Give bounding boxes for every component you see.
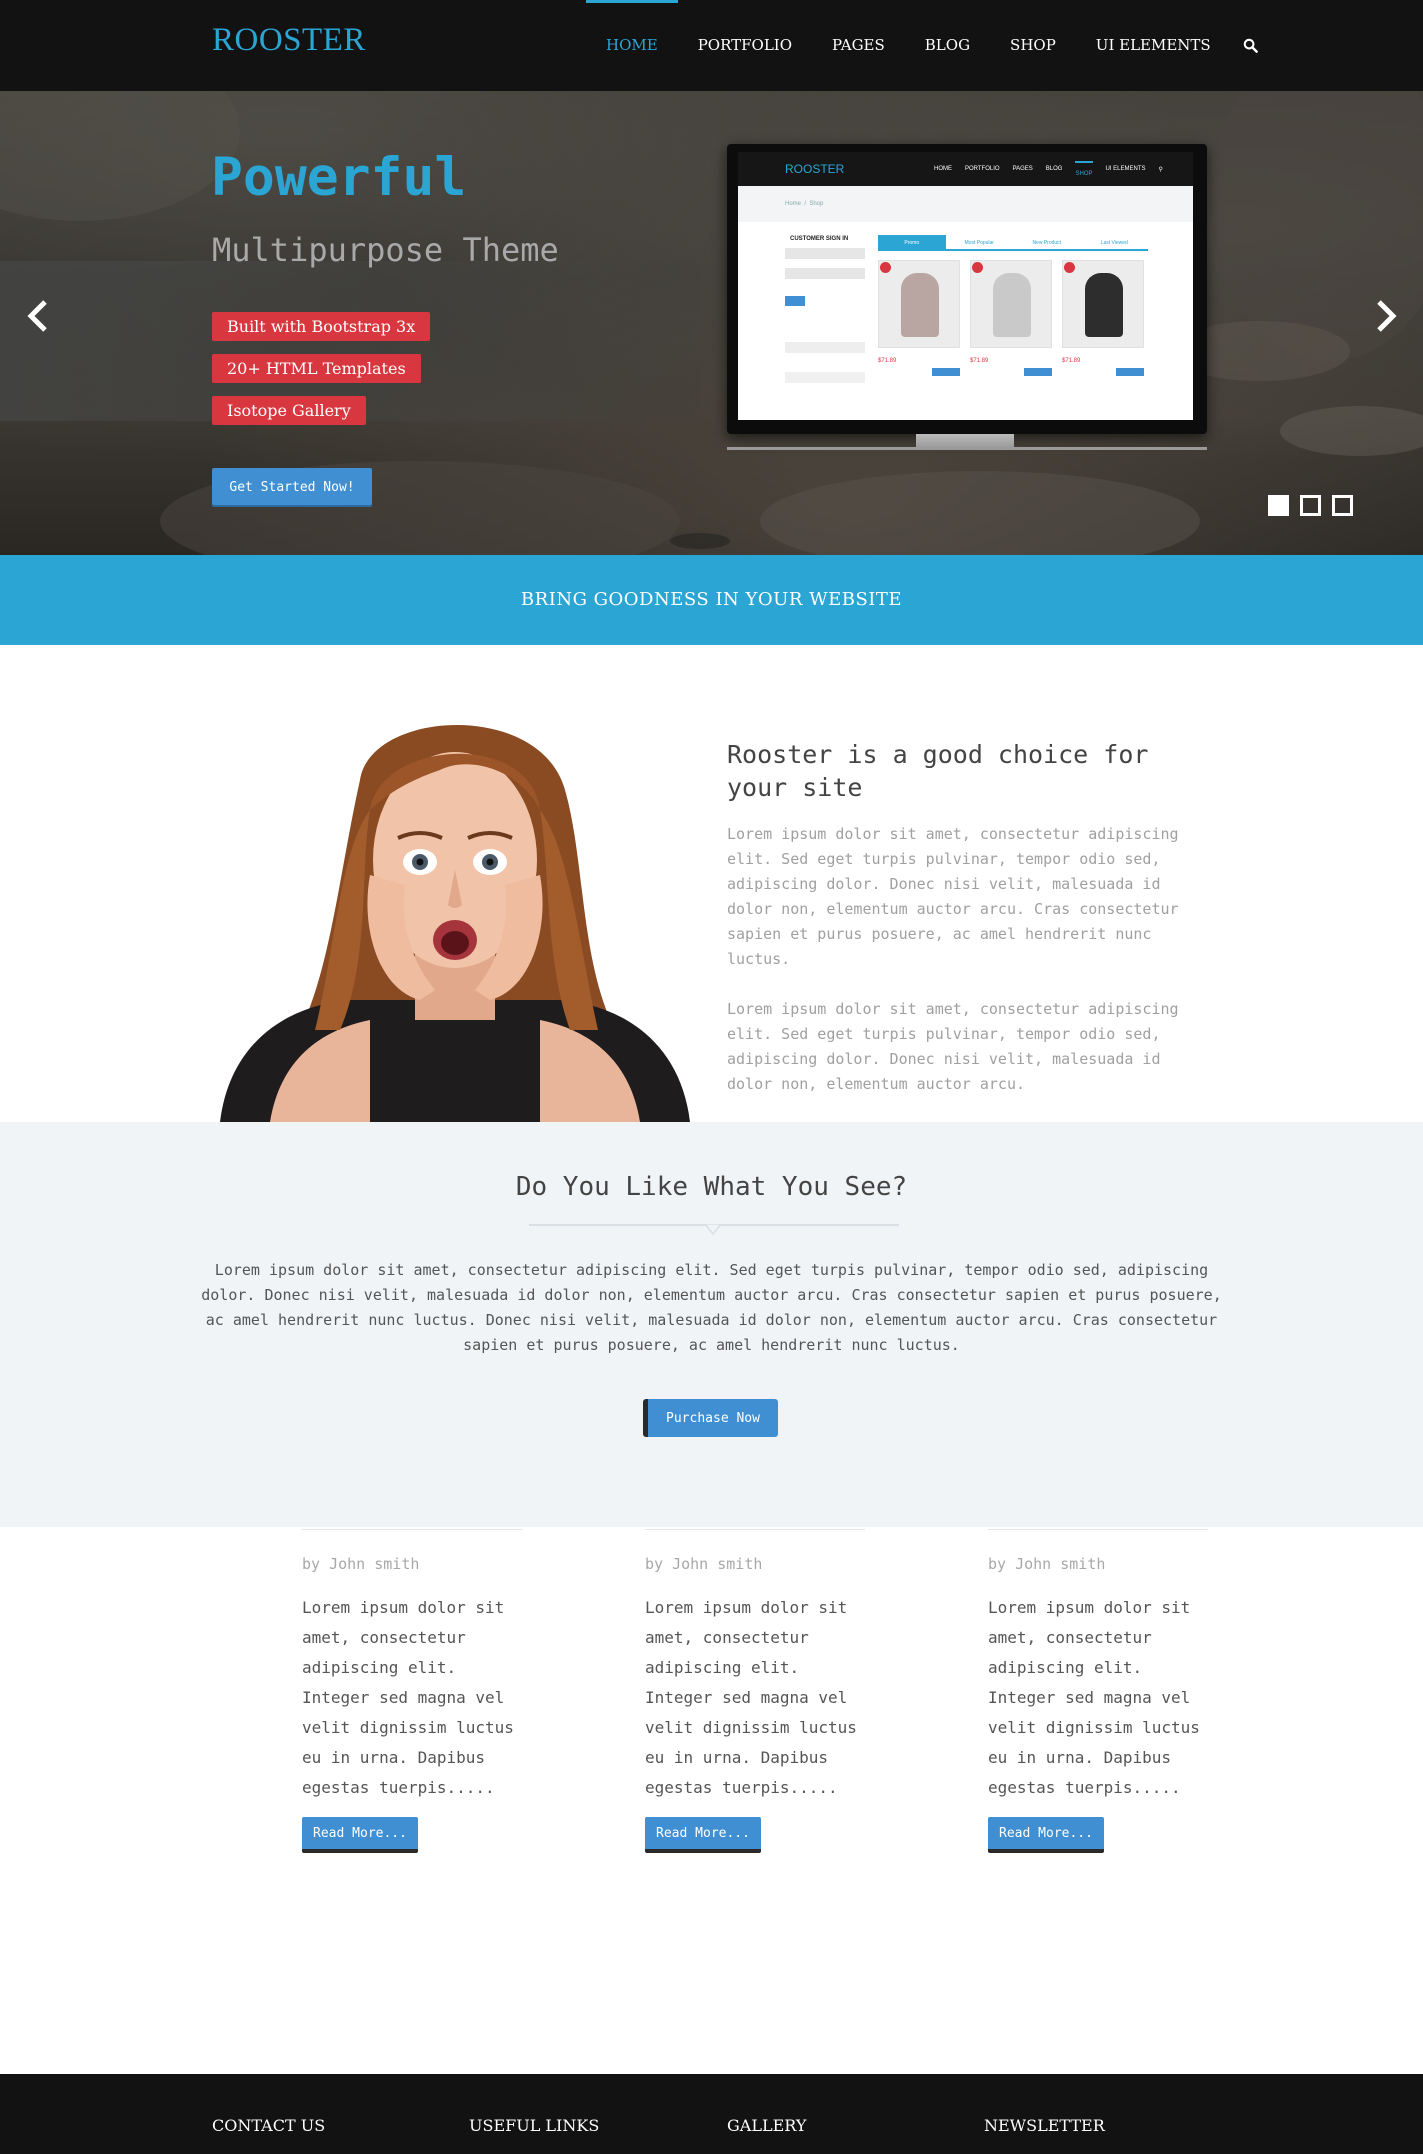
- main-nav: HOME PORTFOLIO PAGES BLOG SHOP UI ELEMEN…: [586, 0, 1271, 91]
- post-excerpt: Lorem ipsum dolor sit amet, consectetur …: [302, 1598, 514, 1797]
- surprised-woman-photo: [220, 700, 690, 1122]
- nav-item-portfolio[interactable]: PORTFOLIO: [678, 0, 812, 91]
- post-author: by John smith: [645, 1555, 763, 1573]
- hero-title: Powerful: [211, 147, 467, 208]
- footer-heading-contact: CONTACT US: [212, 2116, 326, 2135]
- monitor-stand: [916, 434, 1014, 448]
- feature-badge: Isotope Gallery: [212, 396, 366, 425]
- monitor-base: [727, 447, 1207, 450]
- post-author: by John smith: [988, 1555, 1106, 1573]
- divider-notch-icon: [705, 1224, 721, 1236]
- site-footer: CONTACT US USEFUL LINKS GALLERY NEWSLETT…: [0, 2074, 1423, 2154]
- about-paragraph: Lorem ipsum dolor sit amet, consectetur …: [727, 1000, 1179, 1093]
- post-excerpt: Lorem ipsum dolor sit amet, consectetur …: [645, 1598, 857, 1797]
- hero-slider: Powerful Multipurpose Theme Built with B…: [0, 91, 1423, 555]
- about-heading: Rooster is a good choice for your site: [727, 740, 1149, 802]
- cta-title: Do You Like What You See?: [515, 1172, 908, 1202]
- nav-item-ui-elements[interactable]: UI ELEMENTS: [1076, 0, 1231, 91]
- read-more-button[interactable]: Read More...: [645, 1817, 761, 1853]
- monitor-mockup-image: ROOSTER HOME PORTFOLIO PAGES BLOG SHOP UI ELE…: [727, 144, 1207, 434]
- promo-banner: BRING GOODNESS IN YOUR WEBSITE: [0, 555, 1423, 645]
- nav-item-shop[interactable]: SHOP: [990, 0, 1076, 91]
- top-navbar: ROOSTER HOME PORTFOLIO PAGES BLOG SHOP U…: [0, 0, 1423, 91]
- post-excerpt: Lorem ipsum dolor sit amet, consectetur …: [988, 1598, 1200, 1797]
- cta-text: Lorem ipsum dolor sit amet, consectetur …: [201, 1261, 1222, 1354]
- feature-badge: 20+ HTML Templates: [212, 354, 421, 383]
- mockup-logo: ROOSTER: [785, 162, 845, 176]
- nav-item-pages[interactable]: PAGES: [812, 0, 905, 91]
- site-logo[interactable]: ROOSTER: [212, 22, 366, 59]
- footer-heading-links: USEFUL LINKS: [469, 2116, 600, 2135]
- footer-heading-newsletter: NEWSLETTER: [984, 2116, 1105, 2135]
- post-author: by John smith: [302, 1555, 420, 1573]
- monitor-screen: ROOSTER HOME PORTFOLIO PAGES BLOG SHOP UI ELE…: [738, 152, 1193, 420]
- footer-heading-gallery: GALLERY: [727, 2116, 807, 2135]
- chevron-right-icon[interactable]: [1366, 296, 1406, 336]
- search-icon[interactable]: [1231, 0, 1271, 91]
- read-more-button[interactable]: Read More...: [988, 1817, 1104, 1853]
- slider-pagination: [1268, 495, 1353, 516]
- slide-dot-2[interactable]: [1300, 495, 1321, 516]
- cta-section: Do You Like What You See? Lorem ipsum do…: [0, 1122, 1423, 1527]
- get-started-button[interactable]: Get Started Now!: [212, 468, 372, 505]
- hero-subtitle: Multipurpose Theme: [212, 231, 559, 269]
- read-more-button[interactable]: Read More...: [302, 1817, 418, 1853]
- about-paragraph: Lorem ipsum dolor sit amet, consectetur …: [727, 825, 1179, 968]
- feature-badge: Built with Bootstrap 3x: [212, 312, 431, 341]
- purchase-now-button[interactable]: Purchase Now: [643, 1399, 778, 1437]
- chevron-left-icon[interactable]: [18, 296, 58, 336]
- nav-item-blog[interactable]: BLOG: [905, 0, 990, 91]
- slide-dot-1[interactable]: [1268, 495, 1289, 516]
- slide-dot-3[interactable]: [1332, 495, 1353, 516]
- nav-item-home[interactable]: HOME: [586, 0, 678, 91]
